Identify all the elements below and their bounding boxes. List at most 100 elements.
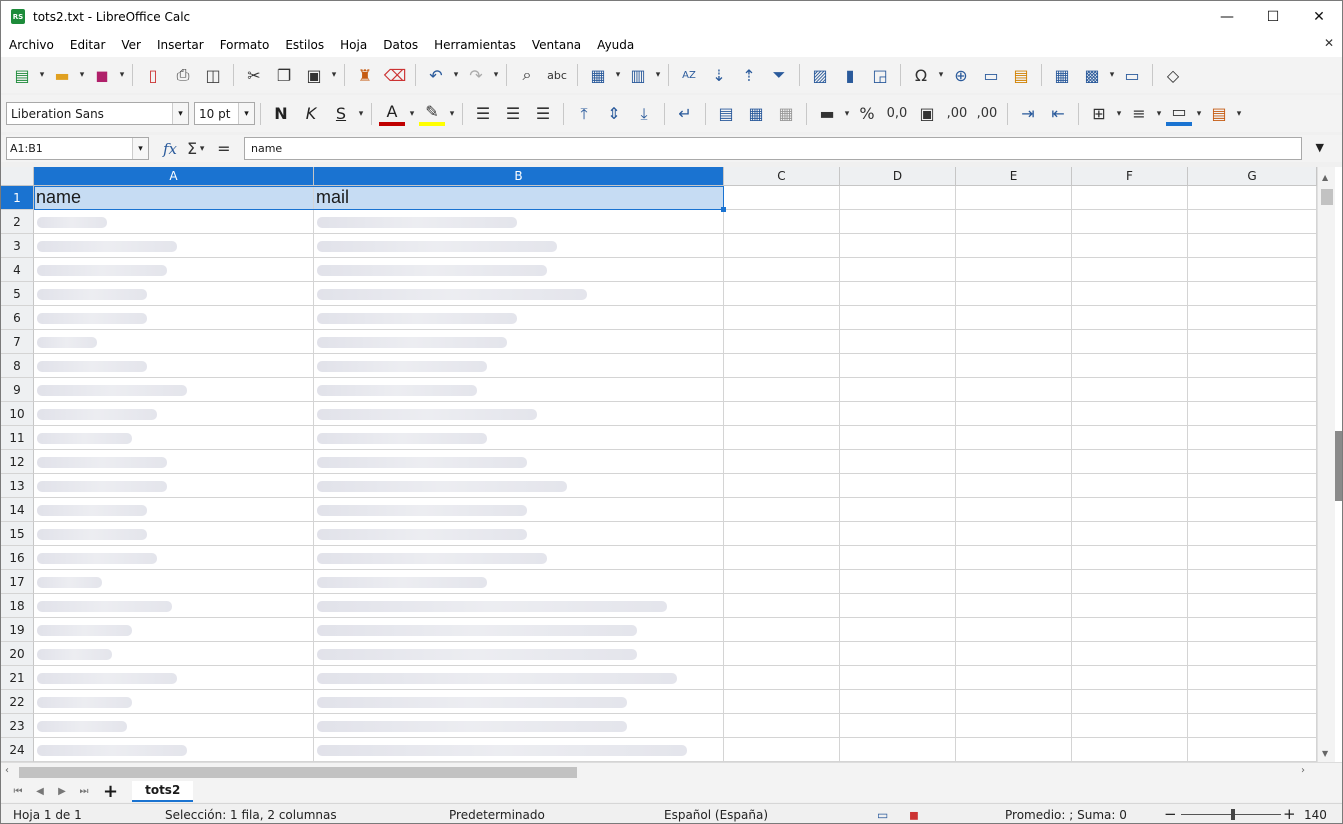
add-sheet-button[interactable]: + <box>103 781 118 802</box>
italic-button[interactable]: K <box>298 101 324 127</box>
column-icon[interactable]: ▥ <box>625 62 651 88</box>
scroll-down-icon[interactable]: ▼ <box>1322 749 1328 758</box>
cell-d9[interactable] <box>840 378 956 402</box>
cell-b6[interactable] <box>314 306 724 330</box>
close-document-button[interactable]: ✕ <box>1324 36 1334 50</box>
paste-icon[interactable]: ▣ <box>301 62 327 88</box>
underline-button[interactable]: S <box>328 101 354 127</box>
freeze-dropdown-icon[interactable]: ▾ <box>1107 62 1117 88</box>
selection-mode-icon[interactable]: ▭ <box>877 808 888 822</box>
save-dropdown-icon[interactable]: ▾ <box>117 62 127 88</box>
cell-a23[interactable] <box>34 714 314 738</box>
chevron-down-icon[interactable]: ▾ <box>172 103 188 124</box>
cell-e13[interactable] <box>956 474 1072 498</box>
cell-e3[interactable] <box>956 234 1072 258</box>
sum-average[interactable]: Promedio: ; Suma: 0 <box>1005 808 1127 822</box>
column-header-g[interactable]: G <box>1188 167 1317 186</box>
font-color-dropdown-icon[interactable]: ▾ <box>407 101 417 127</box>
cell-d22[interactable] <box>840 690 956 714</box>
column-header-c[interactable]: C <box>724 167 840 186</box>
cell-f24[interactable] <box>1072 738 1188 762</box>
highlight-dropdown-icon[interactable]: ▾ <box>447 101 457 127</box>
row-header-8[interactable]: 8 <box>1 354 34 378</box>
print-preview-icon[interactable]: ◫ <box>200 62 226 88</box>
row-header-13[interactable]: 13 <box>1 474 34 498</box>
copy-icon[interactable]: ❐ <box>271 62 297 88</box>
conditional-format-dropdown-icon[interactable]: ▾ <box>1234 101 1244 127</box>
cell-e12[interactable] <box>956 450 1072 474</box>
cell-g14[interactable] <box>1188 498 1317 522</box>
row-header-18[interactable]: 18 <box>1 594 34 618</box>
cell-b13[interactable] <box>314 474 724 498</box>
cell-c12[interactable] <box>724 450 840 474</box>
align-middle-icon[interactable]: ⇕ <box>601 101 627 127</box>
row-header-9[interactable]: 9 <box>1 378 34 402</box>
cell-a9[interactable] <box>34 378 314 402</box>
cell-f9[interactable] <box>1072 378 1188 402</box>
previous-sheet-icon[interactable]: ◀ <box>29 786 51 797</box>
function-wizard-icon[interactable]: fx <box>163 140 177 158</box>
cell-a4[interactable] <box>34 258 314 282</box>
cell-d5[interactable] <box>840 282 956 306</box>
increase-indent-icon[interactable]: ⇥ <box>1015 101 1041 127</box>
cell-e8[interactable] <box>956 354 1072 378</box>
cell-e2[interactable] <box>956 210 1072 234</box>
cell-e10[interactable] <box>956 402 1072 426</box>
autofilter-icon[interactable]: ⏷ <box>766 62 792 88</box>
column-header-d[interactable]: D <box>840 167 956 186</box>
cell-e19[interactable] <box>956 618 1072 642</box>
cell-g19[interactable] <box>1188 618 1317 642</box>
cell-f19[interactable] <box>1072 618 1188 642</box>
cell-b19[interactable] <box>314 618 724 642</box>
unmerge-cells-icon[interactable]: ▦ <box>773 101 799 127</box>
row-header-7[interactable]: 7 <box>1 330 34 354</box>
cut-icon[interactable]: ✂ <box>241 62 267 88</box>
cell-g8[interactable] <box>1188 354 1317 378</box>
menu-archivo[interactable]: Archivo <box>1 38 62 52</box>
currency-icon[interactable]: ▬ <box>814 101 840 127</box>
redo-dropdown-icon[interactable]: ▾ <box>491 62 501 88</box>
menu-ventana[interactable]: Ventana <box>524 38 589 52</box>
cell-a3[interactable] <box>34 234 314 258</box>
cell-b21[interactable] <box>314 666 724 690</box>
cell-g5[interactable] <box>1188 282 1317 306</box>
cell-d12[interactable] <box>840 450 956 474</box>
vertical-scroll-thumb[interactable] <box>1321 189 1333 205</box>
cell-a8[interactable] <box>34 354 314 378</box>
cell-a16[interactable] <box>34 546 314 570</box>
cell-c14[interactable] <box>724 498 840 522</box>
merge-cells-icon[interactable]: ▦ <box>743 101 769 127</box>
cell-b10[interactable] <box>314 402 724 426</box>
font-name-combo[interactable]: Liberation Sans ▾ <box>6 102 189 125</box>
cell-g7[interactable] <box>1188 330 1317 354</box>
cell-e4[interactable] <box>956 258 1072 282</box>
cell-e22[interactable] <box>956 690 1072 714</box>
row-header-2[interactable]: 2 <box>1 210 34 234</box>
cell-d10[interactable] <box>840 402 956 426</box>
redo-icon[interactable]: ↷ <box>463 62 489 88</box>
highlight-icon[interactable]: ✎ <box>419 102 445 126</box>
cell-b11[interactable] <box>314 426 724 450</box>
borders-icon[interactable]: ⊞ <box>1086 101 1112 127</box>
cell-c19[interactable] <box>724 618 840 642</box>
cell-a13[interactable] <box>34 474 314 498</box>
cell-e1[interactable] <box>956 186 1072 210</box>
cell-f21[interactable] <box>1072 666 1188 690</box>
cell-g24[interactable] <box>1188 738 1317 762</box>
cell-c6[interactable] <box>724 306 840 330</box>
font-size-combo[interactable]: 10 pt ▾ <box>194 102 255 125</box>
cell-d17[interactable] <box>840 570 956 594</box>
cell-a17[interactable] <box>34 570 314 594</box>
cell-d21[interactable] <box>840 666 956 690</box>
expand-formula-icon[interactable]: ▼ <box>1316 141 1324 154</box>
language[interactable]: Español (España) <box>664 808 768 822</box>
cell-b14[interactable] <box>314 498 724 522</box>
cell-f14[interactable] <box>1072 498 1188 522</box>
column-header-f[interactable]: F <box>1072 167 1188 186</box>
cell-e14[interactable] <box>956 498 1072 522</box>
cell-b15[interactable] <box>314 522 724 546</box>
row-header-23[interactable]: 23 <box>1 714 34 738</box>
horizontal-scroll-thumb[interactable] <box>19 767 577 778</box>
cell-c8[interactable] <box>724 354 840 378</box>
horizontal-scrollbar[interactable]: ‹ › <box>1 762 1342 780</box>
